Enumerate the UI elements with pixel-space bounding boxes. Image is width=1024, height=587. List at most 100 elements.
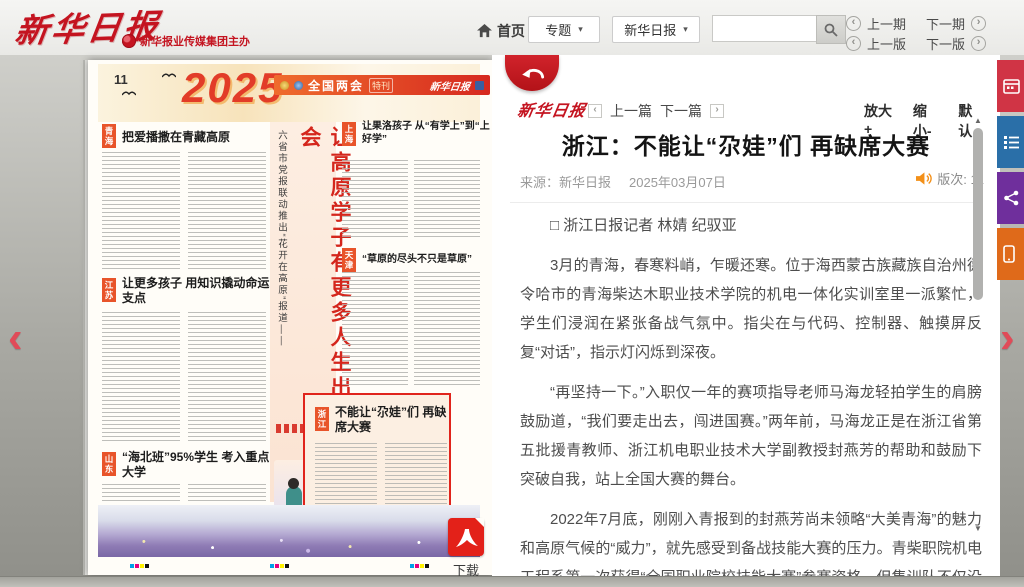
article-meta-left: 来源：新华日报 2025年03月07日	[520, 172, 726, 191]
newspaper-reader-app: 新华日报 新华报业传媒集团主办 首页 专题 ▾ 新华日报 ▾ ‹	[0, 0, 1024, 587]
pdf-download-button[interactable]	[448, 518, 484, 556]
paper-dropdown[interactable]: 新华日报 ▾	[612, 16, 700, 43]
newspaper-text-block	[315, 443, 377, 507]
article-date: 2025年03月07日	[629, 172, 726, 191]
next-article-button[interactable]: 下一篇	[660, 101, 702, 121]
article-body: □ 浙江日报记者 林婧 纪驭亚 3月的青海，春寒料峭，乍暖还寒。位于海西蒙古族藏…	[520, 211, 982, 587]
nav-home[interactable]: 首页	[477, 21, 525, 41]
newspaper-page-thumbnail[interactable]: 11 2025 全国两会 特刊 新华日报 青海 把爱播撒在青藏高原 江苏 让更多…	[88, 60, 492, 575]
newspaper-top-band: 11 2025 全国两会 特刊 新华日报	[98, 64, 480, 122]
next-page-button[interactable]: 下一版	[926, 34, 965, 53]
region-chip: 天津	[342, 248, 356, 272]
list-icon	[1003, 135, 1020, 149]
scrollbar-thumb[interactable]	[973, 128, 983, 300]
prev-page-button[interactable]: 上一版	[867, 34, 906, 53]
nav-home-label: 首页	[497, 21, 525, 41]
page-nav-row: ‹ 上一版 下一版 ›	[846, 34, 986, 53]
topics-dropdown[interactable]: 专题 ▾	[528, 16, 600, 43]
swallow-icon	[122, 90, 136, 97]
article-byline: □ 浙江日报记者 林婧 纪驭亚	[520, 211, 982, 240]
newspaper-text-block	[188, 312, 266, 442]
speaker-icon[interactable]	[915, 171, 932, 186]
top-header: 新华日报 新华报业传媒集团主办 首页 专题 ▾ 新华日报 ▾ ‹	[0, 0, 1024, 56]
page-right-arrow[interactable]: ›	[1000, 318, 1015, 358]
page-fold-icon	[475, 518, 484, 527]
prev-article-button[interactable]: 上一篇	[610, 101, 652, 121]
vertical-kicker: 六省市党报联动推出“花开在高原”报道——	[274, 130, 288, 370]
banner-tag: 特刊	[369, 78, 393, 93]
newspaper-text-block	[102, 312, 180, 442]
sidebar-list-button[interactable]	[997, 116, 1024, 168]
sidebar-share-button[interactable]	[997, 172, 1024, 224]
mobile-phone-icon	[1003, 245, 1015, 263]
page-left-arrow[interactable]: ‹	[8, 318, 23, 358]
prev-issue-icon[interactable]: ‹	[846, 16, 861, 31]
next-issue-icon[interactable]: ›	[971, 16, 986, 31]
masthead-subbrand: 新华报业传媒集团主办	[122, 33, 250, 49]
prev-issue-button[interactable]: 上一期	[867, 14, 906, 33]
emblem-gold-icon	[280, 81, 289, 90]
scroll-up-icon[interactable]: ▲	[973, 116, 983, 125]
share-icon	[1003, 190, 1020, 206]
prev-article-icon[interactable]: ‹	[588, 104, 602, 118]
newspaper-text-block	[414, 160, 480, 240]
year-graphic: 2025	[182, 64, 283, 112]
scroll-down-icon[interactable]: ▼	[973, 524, 983, 533]
masthead-seal-icon	[475, 81, 484, 90]
newspaper-text-block	[414, 272, 480, 387]
back-button[interactable]	[505, 55, 559, 91]
swallow-icon	[162, 72, 176, 79]
sidebar-calendar-button[interactable]	[997, 60, 1024, 112]
search-input[interactable]	[712, 15, 827, 42]
divider	[510, 202, 982, 203]
article-meta-right: 版次: 11	[880, 169, 984, 188]
group-emblem-icon	[122, 34, 136, 48]
newspaper-page-number: 11	[114, 72, 128, 87]
region-chip: 浙江	[315, 407, 329, 431]
selected-article-highlight[interactable]: 浙江 不能让“尕娃”们 再缺席大赛	[303, 393, 451, 517]
prev-page-icon[interactable]: ‹	[846, 36, 861, 51]
search-button[interactable]	[816, 15, 846, 44]
region-chip: 江苏	[102, 278, 116, 302]
article-nav-row: ‹ 上一篇 下一篇 ›	[588, 101, 724, 121]
special-issue-banner: 全国两会 特刊 新华日报	[274, 75, 490, 95]
newspaper-text-block	[342, 272, 408, 387]
topics-dropdown-label: 专题	[545, 20, 571, 39]
back-arrow-icon	[517, 64, 547, 82]
next-page-icon[interactable]: ›	[971, 36, 986, 51]
newspaper-headline[interactable]: “草原的尽头不只是草原”	[362, 250, 487, 265]
bottom-meadow-illustration	[98, 505, 480, 557]
next-issue-button[interactable]: 下一期	[926, 14, 965, 33]
next-article-icon[interactable]: ›	[710, 104, 724, 118]
issue-nav-row: ‹ 上一期 下一期 ›	[846, 14, 986, 33]
banner-title: 全国两会	[308, 77, 364, 94]
newspaper-headline[interactable]: 让果洛孩子 从“有学上”到“上好学”	[362, 120, 490, 146]
sidebar-mobile-button[interactable]	[997, 228, 1024, 280]
newspaper-headline[interactable]: 把爱播撒在青藏高原	[122, 128, 267, 145]
newspaper-headline[interactable]: 不能让“尕娃”们 再缺席大赛	[335, 405, 447, 435]
home-icon	[477, 24, 492, 38]
banner-masthead-logo: 新华日报	[429, 78, 471, 93]
chevron-down-icon: ▾	[683, 24, 688, 35]
search-icon	[824, 23, 838, 37]
newspaper-headline[interactable]: “海北班”95%学生 考入重点大学	[122, 450, 272, 480]
newspaper-headline[interactable]: 让更多孩子 用知识撬动命运支点	[122, 276, 272, 306]
newspaper-text-block	[102, 152, 180, 270]
illustration-figure	[288, 478, 299, 489]
newspaper-text-block	[188, 484, 266, 502]
newspaper-text-block	[342, 160, 408, 240]
article-paragraph: “再坚持一下。”入职仅一年的赛项指导老师马海龙轻拍学生的肩膀鼓励道，“我们要走出…	[520, 378, 982, 494]
emblem-blue-icon	[294, 81, 303, 90]
article-reader-panel: 新华日报 ‹ 上一篇 下一篇 › 放大+ 缩小- 默认 浙江：不能让“尕娃”们 …	[492, 55, 1000, 587]
region-chip: 上海	[342, 122, 356, 146]
reader-masthead-logo: 新华日报	[516, 97, 588, 121]
article-paragraph: 2022年7月底，刚刚入青报到的封燕芳尚未领略“大美青海”的魅力和高原气候的“威…	[520, 505, 982, 587]
newspaper-text-block	[385, 443, 447, 507]
region-chip: 山东	[102, 452, 116, 476]
horizontal-scrollbar-track[interactable]	[0, 576, 1024, 587]
color-registration-marks	[130, 564, 149, 568]
newspaper-text-block	[102, 484, 180, 502]
paper-dropdown-label: 新华日报	[624, 20, 676, 39]
masthead-subbrand-label: 新华报业传媒集团主办	[140, 33, 250, 49]
region-chip: 青海	[102, 124, 116, 148]
